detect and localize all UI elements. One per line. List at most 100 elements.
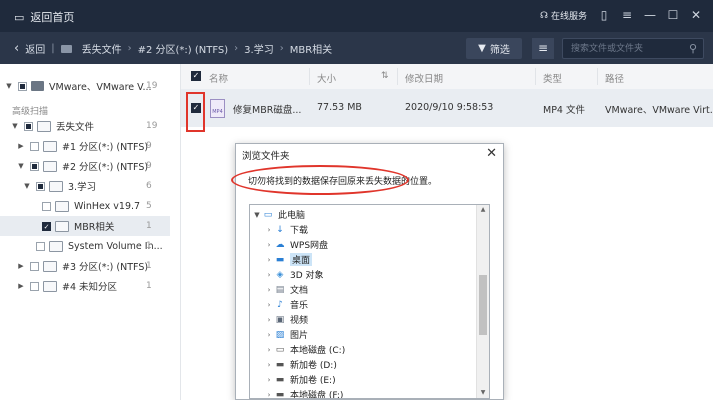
sidebar-item-lost-files[interactable]: ▼ 丢失文件 19 — [0, 116, 180, 136]
chevron-right-icon[interactable]: › — [264, 301, 274, 309]
column-divider[interactable] — [309, 68, 310, 85]
search-box[interactable]: ⚲ — [562, 38, 704, 59]
checkbox[interactable] — [30, 161, 39, 171]
search-input[interactable] — [569, 43, 685, 55]
scroll-up-icon[interactable]: ▲ — [477, 205, 489, 215]
maximize-icon[interactable]: ☐ — [665, 7, 681, 23]
checkbox[interactable] — [36, 181, 45, 191]
checkbox[interactable] — [24, 121, 33, 131]
expand-right-icon[interactable]: ▶ — [16, 142, 26, 150]
chevron-right-icon[interactable]: › — [264, 256, 274, 264]
scroll-down-icon[interactable]: ▼ — [477, 388, 489, 398]
column-divider[interactable] — [597, 68, 598, 85]
sidebar-item-study[interactable]: ▼ 3.学习 6 — [0, 176, 180, 196]
tree-item-drive-d[interactable]: › ▬ 新加卷 (D:) — [264, 357, 337, 372]
sort-icon[interactable]: ⇅ — [381, 71, 389, 81]
menu-icon[interactable]: ≡ — [619, 7, 635, 23]
expand-down-icon[interactable]: ▼ — [16, 162, 26, 170]
search-icon[interactable]: ⚲ — [689, 42, 697, 55]
title-bar: ▭ 返回首页 ☊ 在线服务 ▯ ≡ — ☐ ✕ — [0, 0, 713, 32]
column-header-type[interactable]: 类型 — [543, 71, 562, 85]
breadcrumb-item-partition-2[interactable]: #2 分区(*:) (NTFS) — [138, 41, 229, 56]
tree-item-music[interactable]: › ♪ 音乐 — [264, 297, 308, 312]
sidebar-item-vmware[interactable]: ▼ VMware、VMware V... 19 — [0, 76, 180, 96]
sidebar-item-system-volume[interactable]: System Volume In... 1 — [0, 236, 180, 256]
checkbox[interactable] — [18, 81, 27, 91]
expand-down-icon[interactable]: ▼ — [4, 82, 14, 90]
filter-button[interactable]: ▼ 筛选 — [466, 38, 522, 59]
chevron-right-icon[interactable]: › — [264, 346, 274, 354]
tree-item-drive-f[interactable]: › ▬ 本地磁盘 (F:) — [264, 387, 344, 399]
online-service-button[interactable]: ☊ 在线服务 — [540, 9, 587, 23]
view-menu-button[interactable]: ≡ — [532, 38, 554, 59]
chevron-right-icon[interactable]: › — [264, 226, 274, 234]
tree-item-drive-c[interactable]: › ▭ 本地磁盘 (C:) — [264, 342, 346, 357]
sidebar-item-partition-2[interactable]: ▼ #2 分区(*:) (NTFS) 9 — [0, 156, 180, 176]
video-icon: ▣ — [275, 314, 285, 325]
vertical-scrollbar[interactable]: ▲ ▼ — [476, 205, 489, 398]
column-header-size[interactable]: 大小 — [317, 71, 336, 85]
select-all-checkbox[interactable]: ✓ — [191, 71, 201, 81]
tree-item-videos[interactable]: › ▣ 视频 — [264, 312, 308, 327]
sidebar-item-winhex[interactable]: WinHex v19.7 5 — [0, 196, 180, 216]
close-icon[interactable]: ✕ — [486, 146, 497, 161]
breadcrumb-item-mbr[interactable]: MBR相关 — [290, 41, 332, 56]
back-button[interactable]: 返回 — [25, 41, 45, 56]
expand-right-icon[interactable]: ▶ — [16, 262, 26, 270]
close-icon[interactable]: ✕ — [688, 7, 704, 23]
sidebar-item-label: MBR相关 — [74, 222, 115, 233]
tree-item-label: 音乐 — [290, 301, 309, 311]
expand-right-icon[interactable]: ▶ — [16, 282, 26, 290]
chevron-right-icon[interactable]: › — [264, 331, 274, 339]
tree-item-this-pc[interactable]: ▼ ▭ 此电脑 — [252, 207, 305, 222]
minimize-icon[interactable]: — — [642, 7, 658, 23]
sidebar-item-label: #2 分区(*:) (NTFS) — [62, 162, 149, 173]
column-header-name[interactable]: 名称 — [209, 71, 228, 85]
breadcrumb-item-lost-files[interactable]: 丢失文件 — [82, 41, 122, 56]
folder-icon — [55, 220, 69, 232]
tree-item-downloads[interactable]: › ↓ 下载 — [264, 222, 308, 237]
chat-icon[interactable]: ▯ — [596, 7, 612, 23]
checkbox[interactable] — [30, 281, 39, 291]
chevron-right-icon[interactable]: › — [264, 241, 274, 249]
scroll-thumb[interactable] — [479, 275, 487, 335]
expand-down-icon[interactable]: ▼ — [10, 122, 20, 130]
tree-item-label: 桌面 — [290, 253, 313, 266]
expand-down-icon[interactable]: ▼ — [22, 182, 32, 190]
back-home-button[interactable]: ▭ 返回首页 — [14, 9, 74, 25]
tree-item-label: 本地磁盘 (F:) — [290, 391, 344, 399]
chevron-left-icon[interactable]: ‹ — [14, 41, 19, 56]
chevron-right-icon[interactable]: › — [264, 271, 274, 279]
checkbox[interactable] — [30, 261, 39, 271]
tree-item-drive-e[interactable]: › ▬ 新加卷 (E:) — [264, 372, 336, 387]
tree-item-label: 新加卷 (E:) — [290, 376, 336, 386]
chevron-right-icon[interactable]: › — [264, 286, 274, 294]
tree-item-pictures[interactable]: › ▨ 图片 — [264, 327, 308, 342]
tree-item-3d-objects[interactable]: › ◈ 3D 对象 — [264, 267, 324, 282]
folder-tree[interactable]: ▼ ▭ 此电脑 › ↓ 下载 › ☁ WPS网盘 › ▬ 桌面 › ◈ 3D 对… — [249, 204, 490, 399]
checkbox[interactable] — [42, 201, 51, 211]
item-count: 6 — [146, 181, 152, 191]
table-row[interactable]: ✓ 修复MBR磁盘... 77.53 MB 2020/9/10 9:58:53 … — [181, 89, 713, 127]
column-header-date[interactable]: 修改日期 — [405, 71, 443, 85]
chevron-right-icon[interactable]: › — [264, 376, 274, 384]
breadcrumb-item-study[interactable]: 3.学习 — [244, 41, 274, 56]
checkbox[interactable] — [30, 141, 39, 151]
sidebar-item-partition-4[interactable]: ▶ #4 未知分区 1 — [0, 276, 180, 296]
chevron-right-icon[interactable]: › — [264, 361, 274, 369]
sidebar-item-partition-1[interactable]: ▶ #1 分区(*:) (NTFS) 9 — [0, 136, 180, 156]
tree-item-documents[interactable]: › ▤ 文档 — [264, 282, 308, 297]
tree-item-desktop[interactable]: › ▬ 桌面 — [264, 252, 313, 267]
chevron-right-icon[interactable]: › — [264, 316, 274, 324]
column-divider[interactable] — [397, 68, 398, 85]
checkbox[interactable] — [36, 241, 45, 251]
chevron-down-icon[interactable]: ▼ — [252, 211, 262, 219]
column-header-path[interactable]: 路径 — [605, 71, 624, 85]
sidebar-item-mbr[interactable]: ✓ MBR相关 1 — [0, 216, 170, 236]
item-count: 1 — [146, 281, 152, 291]
sidebar-item-partition-3[interactable]: ▶ #3 分区(*:) (NTFS) 1 — [0, 256, 180, 276]
column-divider[interactable] — [535, 68, 536, 85]
chevron-right-icon[interactable]: › — [264, 391, 274, 399]
tree-item-wps-cloud[interactable]: › ☁ WPS网盘 — [264, 237, 328, 252]
checkbox-checked[interactable]: ✓ — [42, 221, 51, 231]
